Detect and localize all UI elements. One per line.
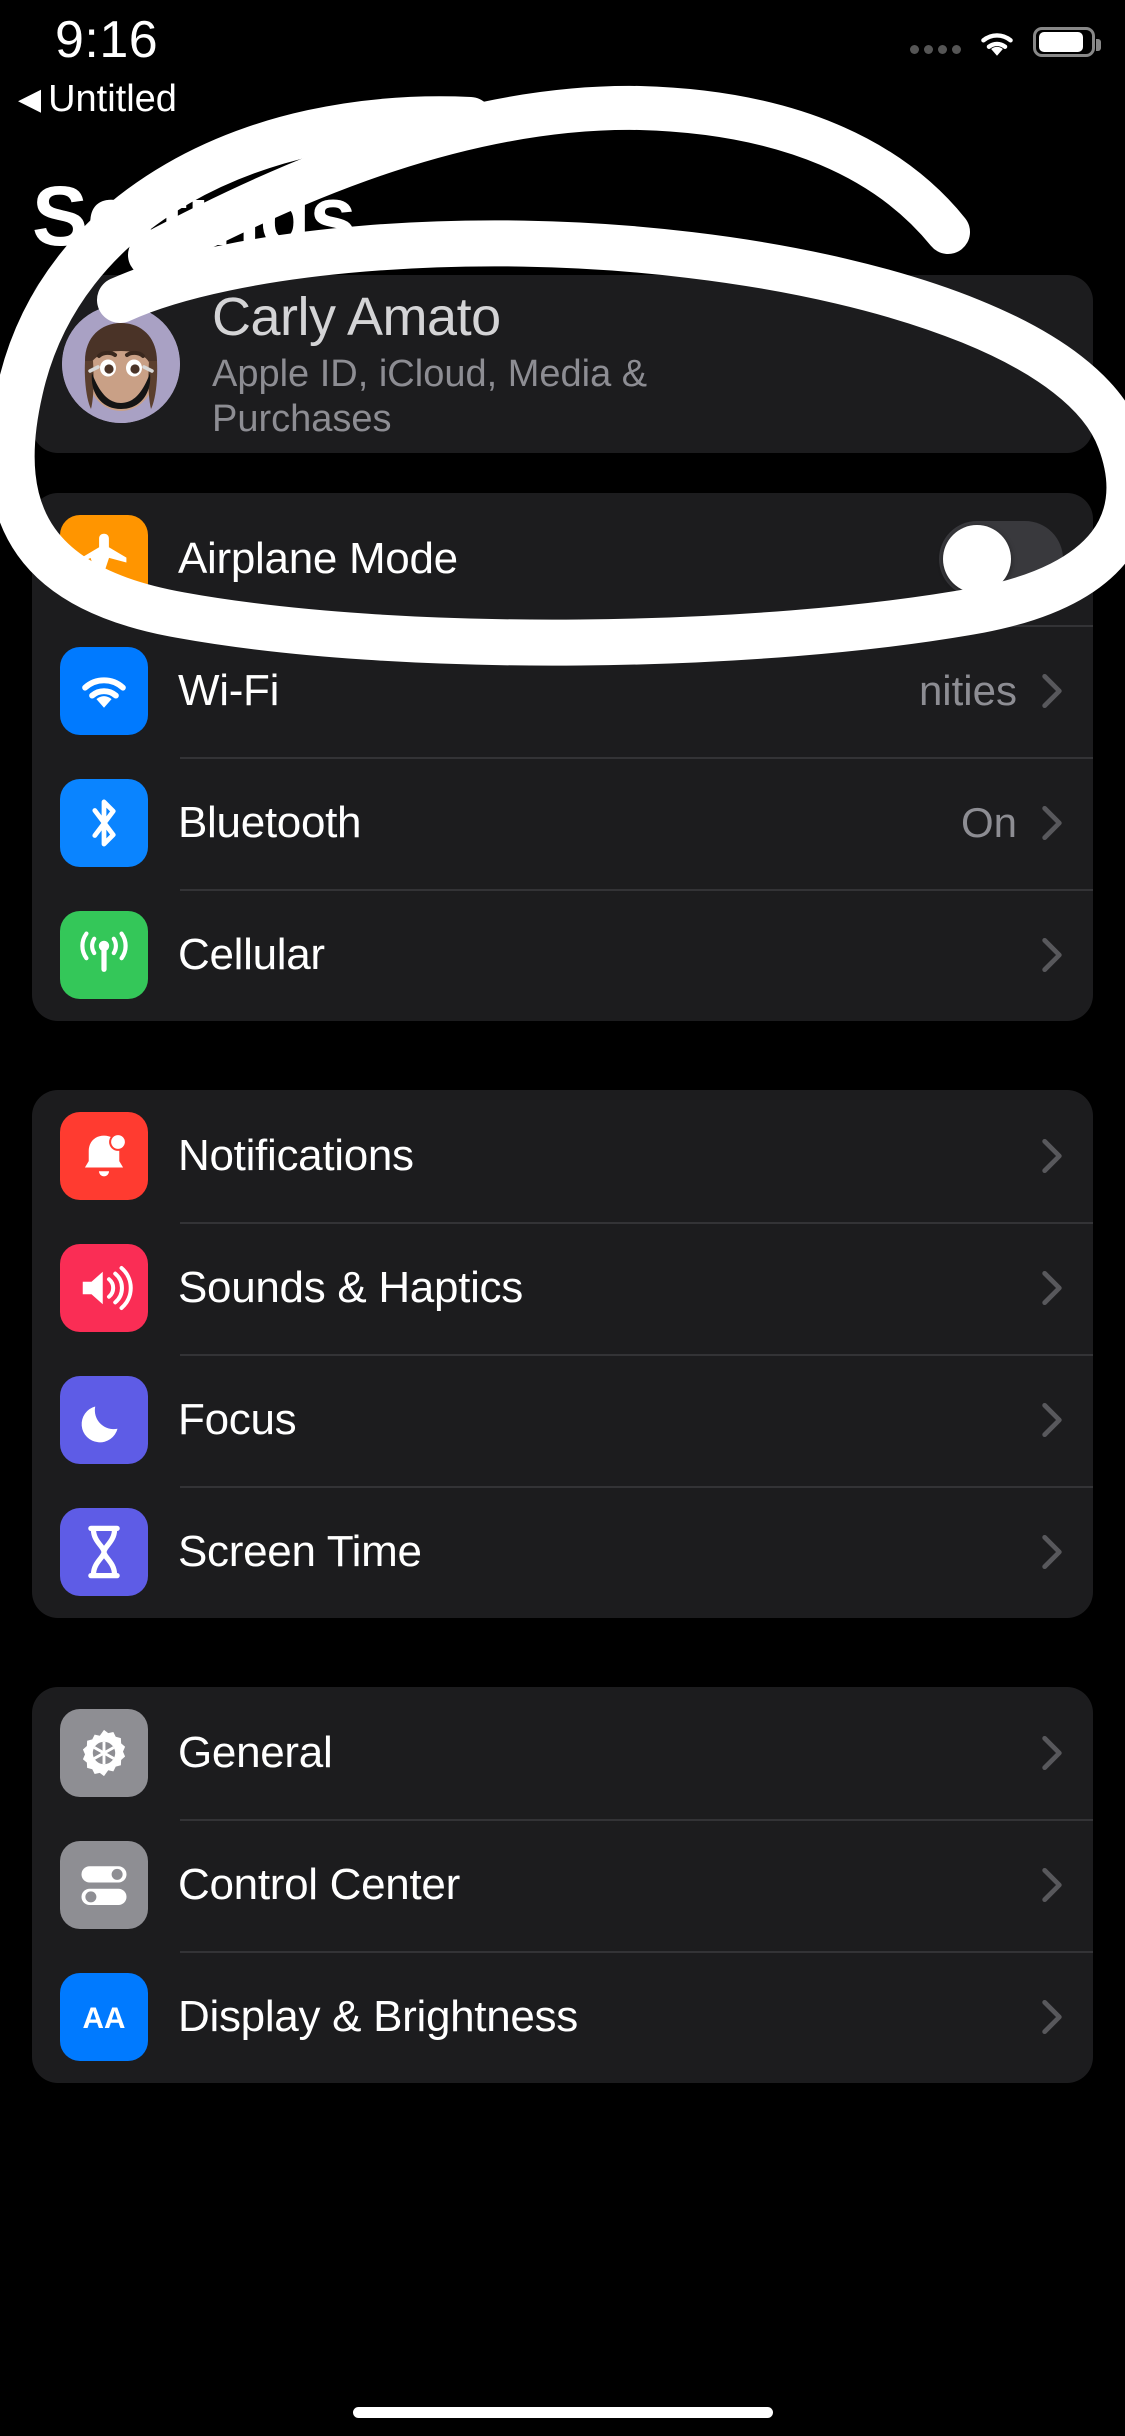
row-label: Notifications bbox=[178, 1131, 414, 1181]
svg-text:AA: AA bbox=[83, 2002, 126, 2035]
row-display-brightness[interactable]: AA Display & Brightness bbox=[32, 1951, 1093, 2083]
toggle-knob bbox=[943, 525, 1011, 593]
row-label: Cellular bbox=[178, 930, 325, 980]
group-connectivity: Airplane Mode Wi-Fi nities bbox=[32, 493, 1093, 1021]
signal-dots-icon bbox=[910, 22, 961, 62]
back-to-app-button[interactable]: ◀ Untitled bbox=[18, 78, 177, 121]
bluetooth-state-value: On bbox=[961, 799, 1017, 847]
memoji-avatar bbox=[62, 305, 180, 423]
row-label: Sounds & Haptics bbox=[178, 1263, 523, 1313]
group-alerts: Notifications Sounds & Haptics bbox=[32, 1090, 1093, 1618]
page-title: Settings bbox=[32, 168, 355, 265]
row-label: Display & Brightness bbox=[178, 1992, 578, 2042]
apple-id-name: Carly Amato bbox=[212, 286, 672, 348]
wifi-icon bbox=[60, 647, 148, 735]
row-cellular[interactable]: Cellular bbox=[32, 889, 1093, 1021]
chevron-right-icon bbox=[1041, 804, 1063, 842]
row-label: General bbox=[178, 1728, 332, 1778]
airplane-icon bbox=[60, 515, 148, 603]
status-bar-indicators bbox=[910, 22, 1095, 62]
chevron-right-icon bbox=[1041, 1137, 1063, 1175]
status-bar: 9:16 ◀ Untitled bbox=[0, 0, 1125, 132]
moon-icon bbox=[60, 1376, 148, 1464]
chevron-right-icon bbox=[1041, 1866, 1063, 1904]
row-label: Screen Time bbox=[178, 1527, 422, 1577]
apple-id-text: Carly Amato Apple ID, iCloud, Media & Pu… bbox=[212, 286, 672, 442]
sliders-icon bbox=[60, 1841, 148, 1929]
chevron-right-icon bbox=[1041, 345, 1063, 383]
back-arrow-icon: ◀ bbox=[18, 85, 41, 115]
apple-id-row[interactable]: Carly Amato Apple ID, iCloud, Media & Pu… bbox=[32, 275, 1093, 453]
bell-icon bbox=[60, 1112, 148, 1200]
row-airplane-mode[interactable]: Airplane Mode bbox=[32, 493, 1093, 625]
row-label: Airplane Mode bbox=[178, 534, 458, 584]
row-control-center[interactable]: Control Center bbox=[32, 1819, 1093, 1951]
speaker-icon bbox=[60, 1244, 148, 1332]
row-notifications[interactable]: Notifications bbox=[32, 1090, 1093, 1222]
aa-icon: AA bbox=[60, 1973, 148, 2061]
chevron-right-icon bbox=[1041, 672, 1063, 710]
apple-id-subtitle: Apple ID, iCloud, Media & Purchases bbox=[212, 352, 672, 442]
battery-icon bbox=[1033, 27, 1095, 57]
row-label: Bluetooth bbox=[178, 798, 361, 848]
row-label: Wi-Fi bbox=[178, 666, 279, 716]
group-system: General Control Center bbox=[32, 1687, 1093, 2083]
chevron-right-icon bbox=[1041, 1734, 1063, 1772]
wifi-network-value: nities bbox=[919, 667, 1017, 715]
airplane-mode-toggle[interactable] bbox=[939, 521, 1063, 597]
row-focus[interactable]: Focus bbox=[32, 1354, 1093, 1486]
chevron-right-icon bbox=[1041, 1998, 1063, 2036]
chevron-right-icon bbox=[1041, 936, 1063, 974]
home-indicator bbox=[353, 2407, 773, 2418]
row-screen-time[interactable]: Screen Time bbox=[32, 1486, 1093, 1618]
bluetooth-icon bbox=[60, 779, 148, 867]
chevron-right-icon bbox=[1041, 1533, 1063, 1571]
row-sounds-haptics[interactable]: Sounds & Haptics bbox=[32, 1222, 1093, 1354]
back-label: Untitled bbox=[48, 78, 177, 121]
chevron-right-icon bbox=[1041, 1401, 1063, 1439]
cellular-icon bbox=[60, 911, 148, 999]
status-bar-time: 9:16 bbox=[55, 10, 158, 70]
apple-id-card[interactable]: Carly Amato Apple ID, iCloud, Media & Pu… bbox=[32, 275, 1093, 453]
hourglass-icon bbox=[60, 1508, 148, 1596]
chevron-right-icon bbox=[1041, 1269, 1063, 1307]
gear-icon bbox=[60, 1709, 148, 1797]
row-label: Focus bbox=[178, 1395, 296, 1445]
row-wifi[interactable]: Wi-Fi nities bbox=[32, 625, 1093, 757]
row-general[interactable]: General bbox=[32, 1687, 1093, 1819]
row-label: Control Center bbox=[178, 1860, 460, 1910]
settings-screen: 9:16 ◀ Untitled Settings bbox=[0, 0, 1125, 2436]
wifi-icon bbox=[975, 25, 1019, 59]
row-bluetooth[interactable]: Bluetooth On bbox=[32, 757, 1093, 889]
